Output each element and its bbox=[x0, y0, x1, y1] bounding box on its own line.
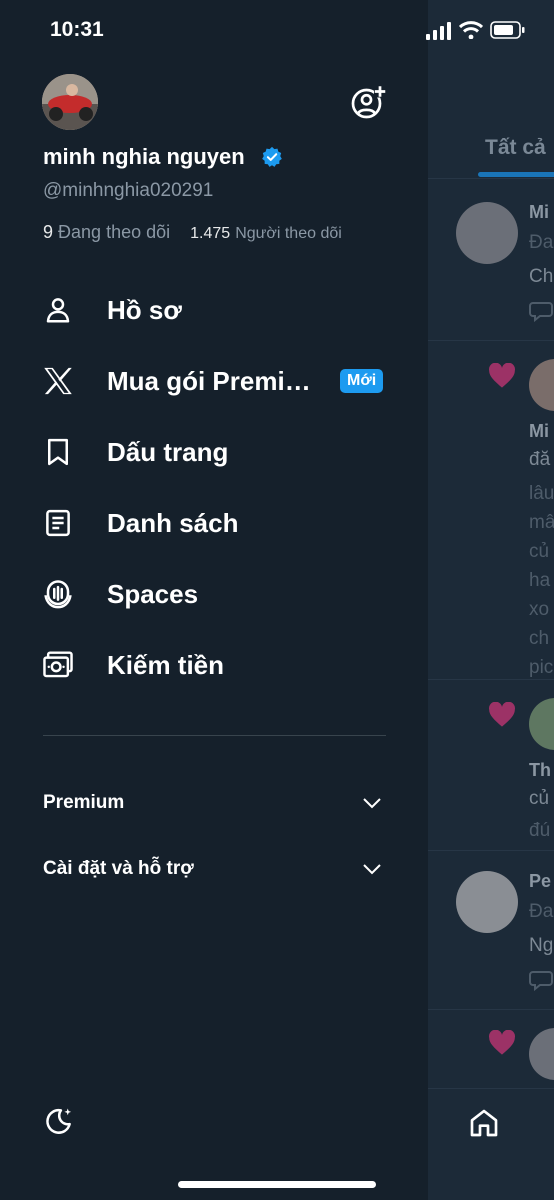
person-icon bbox=[40, 292, 76, 328]
status-time: 10:31 bbox=[50, 18, 104, 41]
post-text-line: Ng bbox=[529, 935, 554, 956]
post-author: Mi bbox=[529, 202, 549, 222]
profile-name[interactable]: minh nghia nguyen bbox=[43, 144, 245, 170]
post-avatar bbox=[529, 1028, 554, 1080]
chevron-down-icon bbox=[363, 798, 381, 809]
home-icon[interactable] bbox=[468, 1107, 500, 1139]
section-settings-support[interactable]: Cài đặt và hỗ trợ bbox=[43, 849, 386, 889]
post-avatar bbox=[456, 871, 518, 933]
menu-item-premium[interactable]: Mua gói Premi… Mới bbox=[40, 353, 400, 409]
feed-post[interactable]: Pe Đa Ng bbox=[428, 851, 554, 1010]
post-text-line: pic bbox=[529, 657, 554, 678]
menu-item-label: Hồ sơ bbox=[107, 294, 182, 325]
following-label: Đang theo dõi bbox=[58, 222, 171, 242]
post-text-line: xo bbox=[529, 599, 550, 620]
feed-post[interactable]: Th củ đú bbox=[428, 680, 554, 851]
post-text-line: củ bbox=[529, 541, 550, 562]
post-avatar bbox=[529, 359, 554, 411]
verified-badge-icon bbox=[262, 146, 282, 167]
feed-post[interactable]: Mi Đa Ch bbox=[428, 180, 554, 341]
post-text-line: Đa bbox=[529, 232, 554, 253]
menu-item-lists[interactable]: Danh sách bbox=[40, 495, 400, 551]
moon-icon[interactable] bbox=[44, 1106, 74, 1136]
battery-icon bbox=[490, 21, 525, 39]
post-text-line: ch bbox=[529, 628, 550, 649]
money-icon bbox=[40, 647, 76, 683]
feed-tab-bar: Tất cả bbox=[428, 110, 554, 179]
post-author: Pe bbox=[529, 871, 552, 891]
home-indicator bbox=[178, 1181, 376, 1188]
post-author: Th bbox=[529, 760, 551, 780]
followers-link[interactable]: 1.475 Người theo dõi bbox=[190, 222, 342, 242]
post-avatar bbox=[529, 698, 554, 750]
list-icon bbox=[40, 505, 76, 541]
section-label: Cài đặt và hỗ trợ bbox=[43, 858, 194, 879]
menu-item-profile[interactable]: Hồ sơ bbox=[40, 282, 400, 338]
followers-label: Người theo dõi bbox=[235, 225, 342, 242]
bottom-tab-bar bbox=[428, 1088, 554, 1200]
following-count: 9 bbox=[43, 222, 54, 242]
feed-post[interactable]: Mi đă lâu mâ củ ha xo ch pic bbox=[428, 341, 554, 680]
section-label: Premium bbox=[43, 792, 125, 813]
reply-icon[interactable] bbox=[529, 969, 553, 991]
side-drawer: 10:31 minh nghia nguyen @minhnghia020291… bbox=[0, 0, 428, 1200]
feed-post[interactable] bbox=[428, 1010, 554, 1090]
wifi-icon bbox=[459, 21, 483, 39]
post-text-line: mâ bbox=[529, 512, 554, 533]
tab-all[interactable]: Tất cả bbox=[485, 136, 546, 160]
follow-stats: 9 Đang theo dõi 1.475 Người theo dõi bbox=[43, 222, 342, 243]
section-premium[interactable]: Premium bbox=[43, 783, 386, 823]
avatar-photo bbox=[42, 74, 98, 130]
heart-icon bbox=[489, 1030, 515, 1055]
post-text-line: Ch bbox=[529, 266, 554, 287]
menu-item-label: Spaces bbox=[107, 578, 199, 609]
x-logo-icon bbox=[40, 363, 76, 399]
post-author: Mi bbox=[529, 421, 549, 441]
menu-item-label: Mua gói Premi… bbox=[107, 365, 311, 396]
menu-item-spaces[interactable]: Spaces bbox=[40, 566, 400, 622]
signal-icon bbox=[426, 22, 451, 40]
chevron-down-icon bbox=[363, 864, 381, 875]
menu-item-label: Dấu trang bbox=[107, 436, 229, 467]
followers-count: 1.475 bbox=[190, 225, 231, 242]
following-link[interactable]: 9 Đang theo dõi bbox=[43, 222, 170, 242]
menu-item-bookmarks[interactable]: Dấu trang bbox=[40, 424, 400, 480]
post-avatar bbox=[456, 202, 518, 264]
post-text-line: đă bbox=[529, 449, 551, 470]
divider bbox=[43, 735, 386, 736]
post-text-line: Đa bbox=[529, 901, 554, 922]
post-text-line: đú bbox=[529, 820, 551, 841]
avatar[interactable] bbox=[42, 74, 98, 130]
menu-item-label: Kiếm tiền bbox=[107, 649, 225, 680]
menu-item-monetization[interactable]: Kiếm tiền bbox=[40, 637, 400, 693]
menu-item-label: Danh sách bbox=[107, 507, 239, 538]
bookmark-icon bbox=[40, 434, 76, 470]
background-feed: Tất cả Mi Đa Ch Mi đă lâu mâ củ ha xo ch… bbox=[428, 0, 554, 1200]
heart-icon bbox=[489, 363, 515, 388]
add-account-icon[interactable] bbox=[350, 84, 386, 120]
tab-underline bbox=[478, 172, 554, 177]
profile-handle: @minhnghia020291 bbox=[43, 180, 214, 201]
heart-icon bbox=[489, 702, 515, 727]
post-text-line: ha bbox=[529, 570, 551, 591]
spaces-icon bbox=[40, 576, 76, 612]
post-text-line: củ bbox=[529, 788, 550, 809]
post-text-line: lâu bbox=[529, 483, 554, 504]
reply-icon[interactable] bbox=[529, 300, 553, 322]
new-badge: Mới bbox=[340, 369, 384, 393]
